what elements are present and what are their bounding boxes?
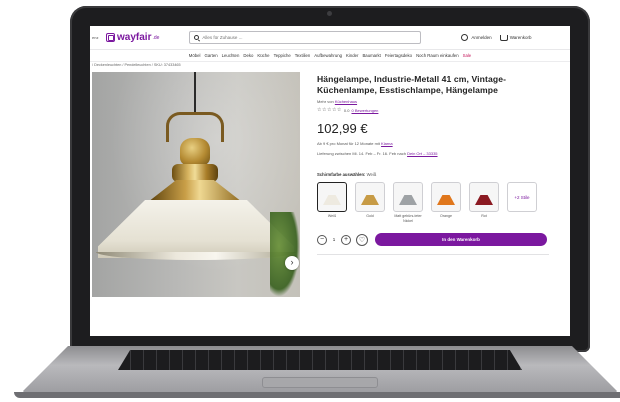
sign-in-button[interactable]: Anmelden (461, 34, 492, 41)
nav-item-feiertagsdeko[interactable]: Feiertagsdeko (385, 53, 412, 58)
cart-button[interactable]: Warenkorb (499, 34, 532, 41)
product-price: 102,99 € (317, 121, 368, 136)
delivery-location-link[interactable]: Dein Ort – 33335 (407, 151, 437, 156)
quantity-increase-button[interactable]: + (341, 234, 351, 245)
nav-item-teppiche[interactable]: Teppiche (274, 53, 291, 58)
user-icon (461, 34, 469, 41)
swatch-rot[interactable]: Rot (469, 182, 499, 223)
color-selector-label: Schirmfarbe auswählen: Weiß (317, 172, 557, 177)
keyboard (118, 350, 522, 370)
cart-icon (499, 34, 508, 41)
reviews-link[interactable]: 0 Bewertungen (351, 108, 378, 113)
delivery-prefix: Lieferung zwischen Mi. 14. Feb – Fr. 16.… (317, 151, 406, 156)
more-styles-button[interactable]: +2 Stile (507, 182, 537, 223)
rating-row: ☆☆☆☆☆ 0.0 0 Bewertungen (317, 107, 557, 113)
site-header: enz wayfair .de Anmelden Warenkorb (90, 26, 570, 50)
logo-text: wayfair (117, 32, 152, 43)
swatch-label: Rot (481, 214, 487, 218)
more-styles-label: +2 Stile (507, 182, 537, 212)
brand-link[interactable]: Küchenhaus (335, 99, 357, 104)
swatch-gold[interactable]: Gold (355, 182, 385, 223)
swatch-orange[interactable]: Orange (431, 182, 461, 223)
brand-line: Mehr von Küchenhaus (317, 99, 557, 104)
color-selected-value: Weiß (366, 172, 377, 177)
header-left-text: enz (92, 35, 99, 40)
quantity-decrease-button[interactable]: − (317, 234, 327, 245)
breadcrumb[interactable]: / Deckenleuchten / Pendelleuchten / SKU:… (92, 63, 181, 67)
delivery-text: Lieferung zwischen Mi. 14. Feb – Fr. 16.… (317, 151, 557, 156)
search-bar[interactable] (189, 31, 422, 44)
finance-text: Ab 9 € pro Monat für 12 Monate mit Klarn… (317, 141, 557, 146)
divider (317, 254, 549, 255)
webcam (327, 11, 332, 16)
nav-item-leuchten[interactable]: Leuchten (222, 53, 240, 58)
color-swatches: Weiß Gold Matt gebürs-teter Nickel Orang… (317, 182, 557, 223)
nav-item-garten[interactable]: Garten (205, 53, 218, 58)
search-icon (194, 35, 200, 40)
swatch-label: Weiß (327, 214, 337, 218)
nav-item-textilien[interactable]: Textilien (295, 53, 311, 58)
finance-prefix: Ab 9 € pro Monat für 12 Monate mit (317, 141, 380, 146)
product-title: Hängelampe, Industrie-Metall 41 cm, Vint… (317, 74, 507, 95)
klarna-link[interactable]: Klarna (381, 141, 393, 146)
quantity-value[interactable]: 1 (330, 237, 338, 242)
lamp-brass-collar (172, 164, 218, 182)
trackpad (262, 377, 378, 388)
swatch-weiss[interactable]: Weiß (317, 182, 347, 223)
nav-item-deko[interactable]: Deko (243, 53, 253, 58)
nav-item-raum[interactable]: Noch Raum einkaufen (416, 53, 459, 58)
plant-decor (270, 212, 300, 297)
cart-label: Warenkorb (509, 35, 532, 40)
brand-prefix: Mehr von (317, 99, 334, 104)
purchase-row: − 1 + ♡ In den Warenkorb (317, 233, 557, 246)
nav-item-aufbewahrung[interactable]: Aufbewahrung (314, 53, 342, 58)
lamp-brass-top (180, 138, 210, 166)
browser-screen: enz wayfair .de Anmelden Warenkorb Möbel (90, 26, 570, 336)
nav-item-kinder[interactable]: Kinder (346, 53, 358, 58)
rating-value: 0.0 (343, 107, 350, 113)
lamp-thumbnail (361, 195, 379, 205)
nav-item-kueche[interactable]: Küche (257, 53, 269, 58)
lamp-cord (194, 72, 196, 114)
add-to-cart-button[interactable]: In den Warenkorb (375, 233, 547, 246)
lamp-thumbnail (399, 195, 417, 205)
nav-item-sale[interactable]: Sale (463, 53, 472, 58)
wayfair-logo[interactable]: wayfair .de (106, 32, 159, 43)
color-label-text: Schirmfarbe auswählen: (317, 172, 366, 177)
product-image[interactable]: › (92, 72, 300, 297)
logo-mark-icon (106, 33, 115, 42)
chevron-right-icon: › (290, 257, 294, 267)
nav-item-baumarkt[interactable]: Baumarkt (362, 53, 380, 58)
nav-item-moebel[interactable]: Möbel (189, 53, 201, 58)
swatch-label: Gold (366, 214, 374, 218)
swatch-label: Matt gebürs-teter Nickel (394, 214, 422, 223)
lamp-thumbnail (323, 195, 341, 205)
swatch-nickel[interactable]: Matt gebürs-teter Nickel (393, 182, 423, 223)
category-nav: Möbel Garten Leuchten Deko Küche Teppich… (90, 50, 570, 62)
next-image-button[interactable]: › (285, 256, 299, 270)
sign-in-label: Anmelden (471, 35, 492, 40)
lamp-thumbnail (437, 195, 455, 205)
logo-tld: .de (152, 34, 160, 41)
favorite-heart-icon[interactable]: ♡ (356, 233, 368, 246)
laptop-front-edge (14, 392, 620, 398)
product-info: Hängelampe, Industrie-Metall 41 cm, Vint… (317, 74, 557, 255)
star-rating-icon: ☆☆☆☆☆ (317, 107, 342, 113)
search-input[interactable] (202, 35, 403, 40)
swatch-label: Orange (440, 214, 452, 218)
lamp-thumbnail (475, 195, 493, 205)
laptop: enz wayfair .de Anmelden Warenkorb Möbel (0, 0, 620, 402)
